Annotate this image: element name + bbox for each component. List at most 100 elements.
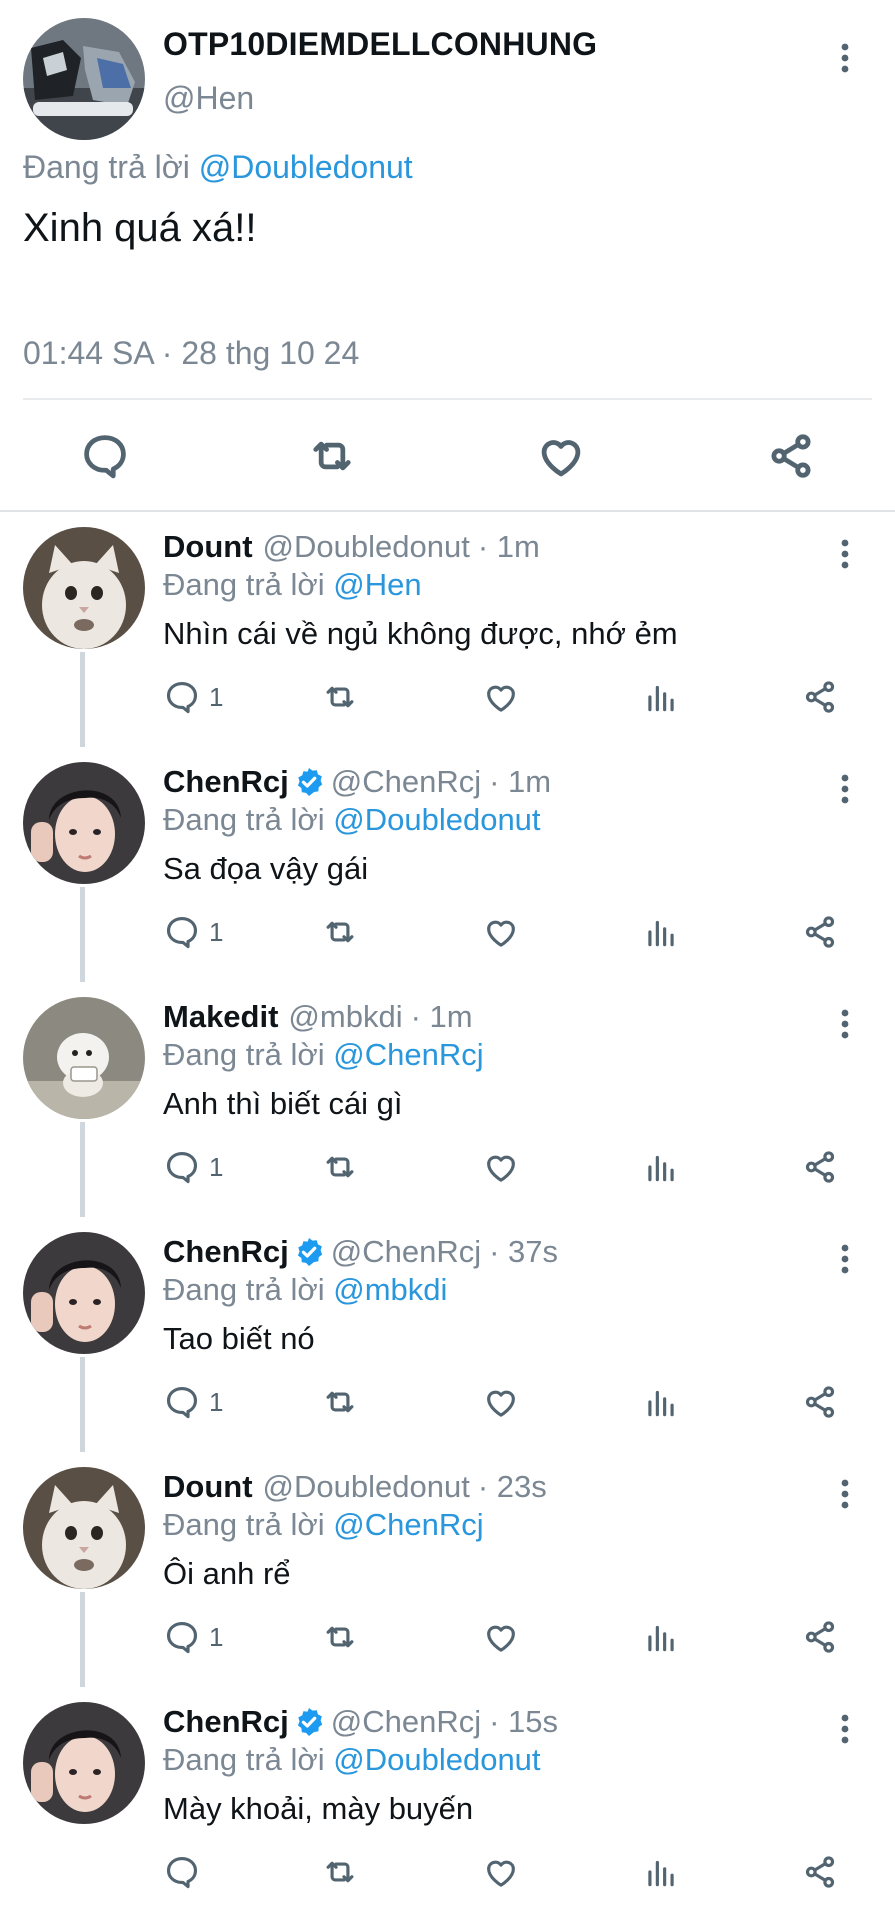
like-icon <box>487 1860 515 1887</box>
retweet-icon <box>326 1391 354 1413</box>
author-display-name[interactable]: Dount <box>163 1469 253 1505</box>
reply-button[interactable] <box>163 1852 209 1892</box>
avatar[interactable] <box>23 527 145 649</box>
author-display-name[interactable]: ChenRcj <box>163 1704 289 1740</box>
reply-tweet: ChenRcj @ChenRcj · 1m Đang trả lời @Doub… <box>0 747 895 982</box>
author-handle[interactable]: @Doubledonut <box>263 529 470 565</box>
author-handle[interactable]: @mbkdi <box>288 999 402 1035</box>
verified-badge-icon <box>297 768 322 796</box>
reply-button[interactable]: 1 <box>163 912 223 952</box>
author-handle[interactable]: @ChenRcj <box>331 1234 481 1270</box>
mention-link[interactable]: @mbkdi <box>333 1272 447 1307</box>
retweet-button[interactable] <box>321 912 359 952</box>
retweet-icon[interactable] <box>306 430 358 482</box>
mention-link[interactable]: @Doubledonut <box>199 149 413 185</box>
reply-header: ChenRcj @ChenRcj · 15s <box>163 1704 558 1740</box>
more-options-icon[interactable] <box>830 38 860 78</box>
avatar[interactable] <box>23 997 145 1119</box>
reply-icon <box>166 1856 198 1889</box>
verified-badge-icon <box>297 1238 322 1266</box>
share-icon[interactable] <box>765 430 817 482</box>
like-icon <box>487 1390 515 1417</box>
avatar[interactable] <box>23 762 145 884</box>
like-icon <box>487 1625 515 1652</box>
author-handle[interactable]: @ChenRcj <box>331 1704 481 1740</box>
reply-button[interactable]: 1 <box>163 1617 223 1657</box>
author-handle[interactable]: @Hen <box>163 80 254 117</box>
author-handle[interactable]: @Doubledonut <box>263 1469 470 1505</box>
retweet-button[interactable] <box>321 677 359 717</box>
reply-tweet: Dount @Doubledonut · 1m Đang trả lời @He… <box>0 512 895 747</box>
share-button[interactable] <box>801 912 839 952</box>
white-cat-avatar <box>23 1467 145 1589</box>
views-button[interactable] <box>642 1617 680 1657</box>
white-cat-avatar <box>23 527 145 649</box>
reply-button[interactable]: 1 <box>163 1147 223 1187</box>
views-button[interactable] <box>642 1852 680 1892</box>
retweet-button[interactable] <box>321 1382 359 1422</box>
like-button[interactable] <box>482 912 520 952</box>
reply-icon <box>166 681 198 714</box>
white-puppy-avatar <box>23 997 145 1119</box>
share-icon <box>805 1621 835 1653</box>
views-icon <box>648 1860 674 1887</box>
author-display-name[interactable]: Makedit <box>163 999 278 1035</box>
avatar[interactable] <box>23 1702 145 1824</box>
mention-link[interactable]: @Doubledonut <box>333 802 540 837</box>
more-options-icon[interactable] <box>830 1474 860 1514</box>
retweet-button[interactable] <box>321 1852 359 1892</box>
views-button[interactable] <box>642 1382 680 1422</box>
more-options-icon[interactable] <box>830 534 860 574</box>
reply-header: ChenRcj @ChenRcj · 37s <box>163 1234 558 1270</box>
replying-prefix: Đang trả lời <box>23 149 190 185</box>
like-button[interactable] <box>482 1617 520 1657</box>
share-button[interactable] <box>801 1617 839 1657</box>
more-options-icon[interactable] <box>830 769 860 809</box>
author-display-name[interactable]: Dount <box>163 529 253 565</box>
reply-icon <box>166 1151 198 1184</box>
mention-link[interactable]: @Hen <box>333 567 421 602</box>
author-display-name[interactable]: ChenRcj <box>163 1234 289 1270</box>
action-bar: 1 <box>0 912 895 952</box>
reply-button[interactable]: 1 <box>163 1382 223 1422</box>
author-display-name[interactable]: ChenRcj <box>163 764 289 800</box>
views-button[interactable] <box>642 912 680 952</box>
share-button[interactable] <box>801 1147 839 1187</box>
views-button[interactable] <box>642 1147 680 1187</box>
tweet-timestamp[interactable]: 01:44 SA · 28 thg 10 24 <box>23 335 359 372</box>
more-options-icon[interactable] <box>830 1004 860 1044</box>
like-button[interactable] <box>482 677 520 717</box>
reply-icon <box>166 1386 198 1419</box>
mention-link[interactable]: @ChenRcj <box>333 1037 483 1072</box>
reply-icon <box>166 916 198 949</box>
replying-to: Đang trả lời @Doubledonut <box>163 1742 541 1778</box>
action-bar: 1 <box>0 1617 895 1657</box>
author-handle[interactable]: @ChenRcj <box>331 764 481 800</box>
like-icon[interactable] <box>535 430 587 482</box>
share-button[interactable] <box>801 1852 839 1892</box>
share-icon <box>805 916 835 948</box>
like-button[interactable] <box>482 1852 520 1892</box>
action-bar: 1 <box>0 1382 895 1422</box>
reply-tweet: Makedit @mbkdi · 1m Đang trả lời @ChenRc… <box>0 982 895 1217</box>
avatar[interactable] <box>23 18 145 140</box>
retweet-button[interactable] <box>321 1147 359 1187</box>
share-button[interactable] <box>801 677 839 717</box>
author-display-name[interactable]: OTP10DIEMDELLCONHUNG <box>163 26 597 63</box>
mention-link[interactable]: @Doubledonut <box>333 1742 540 1777</box>
retweet-button[interactable] <box>321 1617 359 1657</box>
like-button[interactable] <box>482 1382 520 1422</box>
like-button[interactable] <box>482 1147 520 1187</box>
like-icon <box>487 920 515 947</box>
sneaker-photo-avatar <box>23 18 145 140</box>
share-button[interactable] <box>801 1382 839 1422</box>
more-options-icon[interactable] <box>830 1709 860 1749</box>
avatar[interactable] <box>23 1467 145 1589</box>
avatar[interactable] <box>23 1232 145 1354</box>
reply-button[interactable]: 1 <box>163 677 223 717</box>
reply-time: · 15s <box>489 1704 559 1739</box>
views-button[interactable] <box>642 677 680 717</box>
mention-link[interactable]: @ChenRcj <box>333 1507 483 1542</box>
reply-icon[interactable] <box>79 430 131 482</box>
more-options-icon[interactable] <box>830 1239 860 1279</box>
